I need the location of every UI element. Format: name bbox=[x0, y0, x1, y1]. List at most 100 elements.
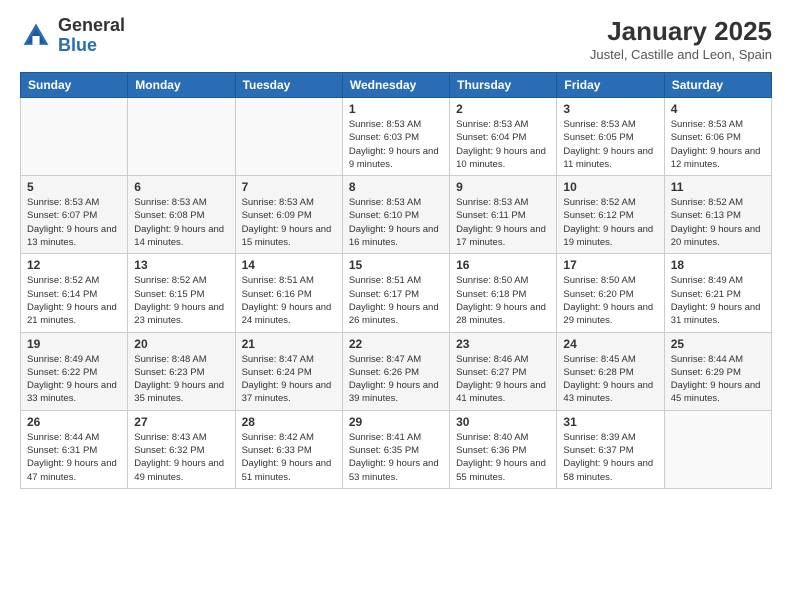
day-detail: Sunrise: 8:53 AM Sunset: 6:03 PM Dayligh… bbox=[349, 118, 443, 171]
page: General Blue January 2025 Justel, Castil… bbox=[0, 0, 792, 612]
calendar-cell: 4 Sunrise: 8:53 AM Sunset: 6:06 PM Daylig… bbox=[664, 98, 771, 176]
day-number: 9 bbox=[456, 180, 550, 194]
day-detail: Sunrise: 8:39 AM Sunset: 6:37 PM Dayligh… bbox=[563, 431, 657, 484]
calendar-week-2: 5Sunrise: 8:53 AM Sunset: 6:07 PM Daylig… bbox=[21, 176, 772, 254]
day-detail: Sunrise: 8:50 AM Sunset: 6:18 PM Dayligh… bbox=[456, 274, 550, 327]
calendar-cell: 16Sunrise: 8:50 AM Sunset: 6:18 PM Dayli… bbox=[450, 254, 557, 332]
day-number: 28 bbox=[242, 415, 336, 429]
calendar-cell: 23Sunrise: 8:46 AM Sunset: 6:27 PM Dayli… bbox=[450, 332, 557, 410]
calendar-cell bbox=[21, 98, 128, 176]
day-detail: Sunrise: 8:53 AM Sunset: 6:06 PM Dayligh… bbox=[671, 118, 765, 171]
calendar-cell bbox=[235, 98, 342, 176]
day-detail: Sunrise: 8:47 AM Sunset: 6:26 PM Dayligh… bbox=[349, 353, 443, 406]
calendar-cell: 22 Sunrise: 8:47 AM Sunset: 6:26 PM Dayli… bbox=[342, 332, 449, 410]
calendar-cell: 13 Sunrise: 8:52 AM Sunset: 6:15 PM Dayli… bbox=[128, 254, 235, 332]
day-detail: Sunrise: 8:53 AM Sunset: 6:05 PM Dayligh… bbox=[563, 118, 657, 171]
day-detail: Sunrise: 8:45 AM Sunset: 6:28 PM Dayligh… bbox=[563, 353, 657, 406]
calendar-cell: 6Sunrise: 8:53 AM Sunset: 6:08 PM Daylig… bbox=[128, 176, 235, 254]
calendar-cell: 3 Sunrise: 8:53 AM Sunset: 6:05 PM Daylig… bbox=[557, 98, 664, 176]
calendar-cell: 24 Sunrise: 8:45 AM Sunset: 6:28 PM Dayli… bbox=[557, 332, 664, 410]
calendar-cell: 12 Sunrise: 8:52 AM Sunset: 6:14 PM Dayli… bbox=[21, 254, 128, 332]
calendar-header-saturday: Saturday bbox=[664, 73, 771, 98]
calendar-cell bbox=[664, 410, 771, 488]
calendar-cell: 21 Sunrise: 8:47 AM Sunset: 6:24 PM Dayli… bbox=[235, 332, 342, 410]
page-title: January 2025 bbox=[590, 16, 772, 47]
calendar-cell: 18Sunrise: 8:49 AM Sunset: 6:21 PM Dayli… bbox=[664, 254, 771, 332]
calendar-cell: 25 Sunrise: 8:44 AM Sunset: 6:29 PM Dayli… bbox=[664, 332, 771, 410]
day-number: 22 bbox=[349, 337, 443, 351]
day-detail: Sunrise: 8:53 AM Sunset: 6:09 PM Dayligh… bbox=[242, 196, 336, 249]
calendar-cell: 20 Sunrise: 8:48 AM Sunset: 6:23 PM Dayli… bbox=[128, 332, 235, 410]
day-detail: Sunrise: 8:49 AM Sunset: 6:21 PM Dayligh… bbox=[671, 274, 765, 327]
calendar-cell: 7 Sunrise: 8:53 AM Sunset: 6:09 PM Daylig… bbox=[235, 176, 342, 254]
day-detail: Sunrise: 8:42 AM Sunset: 6:33 PM Dayligh… bbox=[242, 431, 336, 484]
day-detail: Sunrise: 8:44 AM Sunset: 6:31 PM Dayligh… bbox=[27, 431, 121, 484]
logo-icon bbox=[20, 20, 52, 52]
day-detail: Sunrise: 8:44 AM Sunset: 6:29 PM Dayligh… bbox=[671, 353, 765, 406]
day-number: 15 bbox=[349, 258, 443, 272]
logo-blue-text: Blue bbox=[58, 35, 97, 55]
day-number: 26 bbox=[27, 415, 121, 429]
day-detail: Sunrise: 8:43 AM Sunset: 6:32 PM Dayligh… bbox=[134, 431, 228, 484]
logo-text: General Blue bbox=[58, 16, 125, 56]
calendar-cell: 15Sunrise: 8:51 AM Sunset: 6:17 PM Dayli… bbox=[342, 254, 449, 332]
title-block: January 2025 Justel, Castille and Leon, … bbox=[590, 16, 772, 62]
day-detail: Sunrise: 8:50 AM Sunset: 6:20 PM Dayligh… bbox=[563, 274, 657, 327]
day-detail: Sunrise: 8:52 AM Sunset: 6:14 PM Dayligh… bbox=[27, 274, 121, 327]
calendar-cell: 29 Sunrise: 8:41 AM Sunset: 6:35 PM Dayli… bbox=[342, 410, 449, 488]
day-number: 11 bbox=[671, 180, 765, 194]
calendar-week-4: 19Sunrise: 8:49 AM Sunset: 6:22 PM Dayli… bbox=[21, 332, 772, 410]
day-number: 20 bbox=[134, 337, 228, 351]
day-detail: Sunrise: 8:51 AM Sunset: 6:16 PM Dayligh… bbox=[242, 274, 336, 327]
calendar-week-5: 26 Sunrise: 8:44 AM Sunset: 6:31 PM Dayli… bbox=[21, 410, 772, 488]
day-number: 13 bbox=[134, 258, 228, 272]
calendar-cell bbox=[128, 98, 235, 176]
day-detail: Sunrise: 8:53 AM Sunset: 6:10 PM Dayligh… bbox=[349, 196, 443, 249]
day-detail: Sunrise: 8:52 AM Sunset: 6:13 PM Dayligh… bbox=[671, 196, 765, 249]
day-number: 27 bbox=[134, 415, 228, 429]
day-number: 12 bbox=[27, 258, 121, 272]
day-detail: Sunrise: 8:41 AM Sunset: 6:35 PM Dayligh… bbox=[349, 431, 443, 484]
calendar-header-row: SundayMondayTuesdayWednesdayThursdayFrid… bbox=[21, 73, 772, 98]
day-detail: Sunrise: 8:46 AM Sunset: 6:27 PM Dayligh… bbox=[456, 353, 550, 406]
day-number: 8 bbox=[349, 180, 443, 194]
day-detail: Sunrise: 8:53 AM Sunset: 6:11 PM Dayligh… bbox=[456, 196, 550, 249]
calendar-header-friday: Friday bbox=[557, 73, 664, 98]
day-number: 14 bbox=[242, 258, 336, 272]
logo-general-text: General bbox=[58, 15, 125, 35]
calendar-cell: 26 Sunrise: 8:44 AM Sunset: 6:31 PM Dayli… bbox=[21, 410, 128, 488]
day-number: 25 bbox=[671, 337, 765, 351]
calendar-header-tuesday: Tuesday bbox=[235, 73, 342, 98]
day-number: 21 bbox=[242, 337, 336, 351]
calendar-cell: 10Sunrise: 8:52 AM Sunset: 6:12 PM Dayli… bbox=[557, 176, 664, 254]
calendar-cell: 11 Sunrise: 8:52 AM Sunset: 6:13 PM Dayli… bbox=[664, 176, 771, 254]
day-detail: Sunrise: 8:49 AM Sunset: 6:22 PM Dayligh… bbox=[27, 353, 121, 406]
day-detail: Sunrise: 8:47 AM Sunset: 6:24 PM Dayligh… bbox=[242, 353, 336, 406]
day-detail: Sunrise: 8:53 AM Sunset: 6:08 PM Dayligh… bbox=[134, 196, 228, 249]
day-number: 2 bbox=[456, 102, 550, 116]
day-detail: Sunrise: 8:48 AM Sunset: 6:23 PM Dayligh… bbox=[134, 353, 228, 406]
day-detail: Sunrise: 8:52 AM Sunset: 6:15 PM Dayligh… bbox=[134, 274, 228, 327]
day-number: 31 bbox=[563, 415, 657, 429]
calendar-cell: 14 Sunrise: 8:51 AM Sunset: 6:16 PM Dayli… bbox=[235, 254, 342, 332]
calendar-week-1: 1 Sunrise: 8:53 AM Sunset: 6:03 PM Daylig… bbox=[21, 98, 772, 176]
calendar-cell: 2Sunrise: 8:53 AM Sunset: 6:04 PM Daylig… bbox=[450, 98, 557, 176]
day-number: 24 bbox=[563, 337, 657, 351]
calendar-cell: 27 Sunrise: 8:43 AM Sunset: 6:32 PM Dayli… bbox=[128, 410, 235, 488]
calendar-cell: 5Sunrise: 8:53 AM Sunset: 6:07 PM Daylig… bbox=[21, 176, 128, 254]
calendar-table: SundayMondayTuesdayWednesdayThursdayFrid… bbox=[20, 72, 772, 489]
day-number: 7 bbox=[242, 180, 336, 194]
day-number: 1 bbox=[349, 102, 443, 116]
day-number: 29 bbox=[349, 415, 443, 429]
header: General Blue January 2025 Justel, Castil… bbox=[20, 16, 772, 62]
day-number: 5 bbox=[27, 180, 121, 194]
calendar-week-3: 12 Sunrise: 8:52 AM Sunset: 6:14 PM Dayli… bbox=[21, 254, 772, 332]
calendar-cell: 17Sunrise: 8:50 AM Sunset: 6:20 PM Dayli… bbox=[557, 254, 664, 332]
calendar-cell: 28 Sunrise: 8:42 AM Sunset: 6:33 PM Dayli… bbox=[235, 410, 342, 488]
day-number: 4 bbox=[671, 102, 765, 116]
day-detail: Sunrise: 8:52 AM Sunset: 6:12 PM Dayligh… bbox=[563, 196, 657, 249]
calendar-cell: 31 Sunrise: 8:39 AM Sunset: 6:37 PM Dayli… bbox=[557, 410, 664, 488]
calendar-header-sunday: Sunday bbox=[21, 73, 128, 98]
calendar-header-wednesday: Wednesday bbox=[342, 73, 449, 98]
day-number: 3 bbox=[563, 102, 657, 116]
